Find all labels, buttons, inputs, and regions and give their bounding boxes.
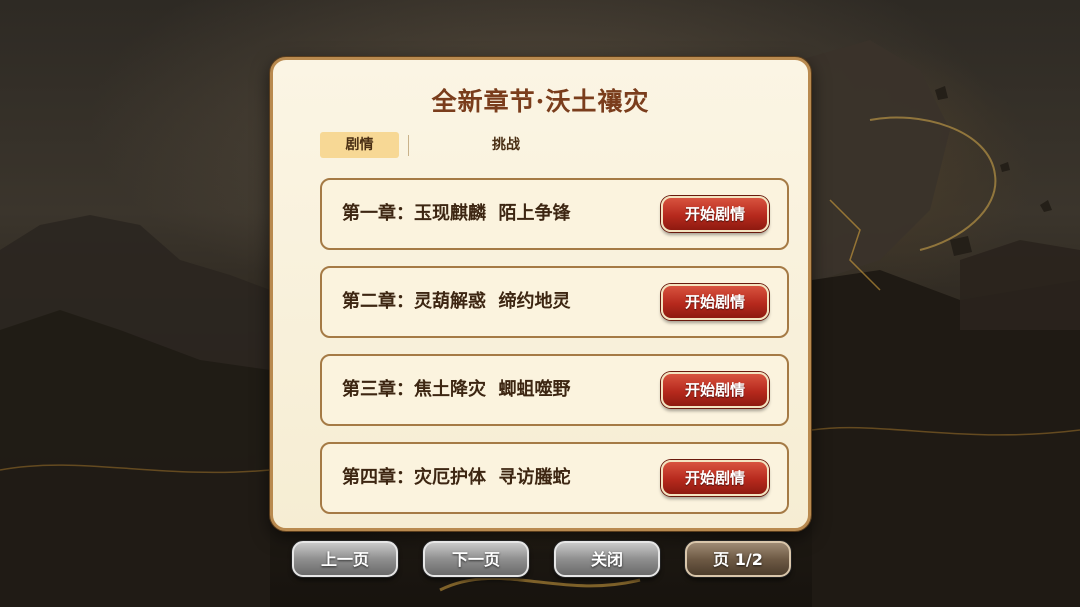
chapter-panel: 全新章节·沃土禳灾 剧情 挑战 第一章：玉现麒麟 陌上争锋 开始剧情 第二章：灵… (270, 57, 811, 531)
chapter-card-1: 第一章：玉现麒麟 陌上争锋 开始剧情 (320, 178, 789, 250)
start-story-button-1[interactable]: 开始剧情 (661, 196, 769, 232)
chapter-title: 第四章：灾厄护体 寻访螣蛇 (342, 467, 571, 488)
tab-divider (408, 135, 409, 156)
chapter-card-4: 第四章：灾厄护体 寻访螣蛇 开始剧情 (320, 442, 789, 514)
tab-story[interactable]: 剧情 (320, 132, 399, 158)
prev-page-button[interactable]: 上一页 (292, 541, 398, 577)
start-story-button-2[interactable]: 开始剧情 (661, 284, 769, 320)
page-indicator: 页 1/2 (685, 541, 791, 577)
chapter-title: 第一章：玉现麒麟 陌上争锋 (342, 203, 571, 224)
tab-challenge[interactable]: 挑战 (470, 132, 542, 158)
chapter-card-2: 第二章：灵葫解惑 缔约地灵 开始剧情 (320, 266, 789, 338)
start-story-button-3[interactable]: 开始剧情 (661, 372, 769, 408)
game-scene: 全新章节·沃土禳灾 剧情 挑战 第一章：玉现麒麟 陌上争锋 开始剧情 第二章：灵… (0, 0, 1080, 607)
next-page-button[interactable]: 下一页 (423, 541, 529, 577)
chapter-title: 第二章：灵葫解惑 缔约地灵 (342, 291, 571, 312)
panel-title: 全新章节·沃土禳灾 (431, 87, 650, 116)
start-story-button-4[interactable]: 开始剧情 (661, 460, 769, 496)
close-button[interactable]: 关闭 (554, 541, 660, 577)
chapter-title: 第三章：焦土降灾 蝍蛆噬野 (342, 379, 571, 400)
chapter-card-3: 第三章：焦土降灾 蝍蛆噬野 开始剧情 (320, 354, 789, 426)
